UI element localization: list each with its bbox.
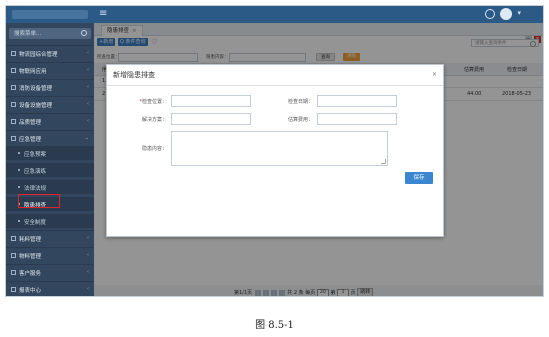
menu-item-icon (11, 136, 16, 141)
chevron-down-icon: ⌄ (84, 135, 89, 141)
divider (107, 85, 443, 86)
menu-item-icon (11, 253, 16, 258)
bullet-icon (18, 220, 20, 222)
sidebar-item-label: 客户服务 (19, 271, 42, 277)
add-hazard-dialog: 新增隐患排查 × *检查位置： 检查日期： 解决方案： 估算费用： 隐患内容： … (106, 64, 444, 237)
sidebar-item-label: 物联网应用 (19, 69, 47, 75)
sidebar-item-fire-equipment[interactable]: 消防设备管理 ‹ (6, 79, 94, 94)
menu-item-icon (11, 119, 16, 124)
sidebar-item-reports[interactable]: 报表中心 ‹ (6, 281, 94, 296)
chevron-left-icon: ‹ (87, 101, 89, 107)
chevron-left-icon: ‹ (87, 286, 89, 292)
chevron-left-icon: ‹ (87, 269, 89, 275)
sidebar-subitem-label: 安全制度 (24, 220, 47, 226)
menu-item-icon (11, 102, 16, 107)
highlight-box (18, 194, 60, 208)
sidebar-subitem-safety-rules[interactable]: 安全制度 (6, 214, 94, 228)
position-label-text: 检查位置： (141, 99, 167, 105)
sidebar-item-consumables[interactable]: 耗料管理 ‹ (6, 230, 94, 245)
user-avatar[interactable] (500, 8, 512, 20)
sidebar-item-facilities[interactable]: 设备设施管理 ‹ (6, 96, 94, 111)
sidebar-item-label: 设备设施管理 (19, 103, 53, 109)
check-date-input[interactable] (317, 95, 397, 107)
sidebar-search-input[interactable]: 搜索菜单... (9, 28, 91, 39)
bullet-icon (18, 169, 20, 171)
sidebar-item-iot[interactable]: 物联网应用 ‹ (6, 62, 94, 77)
top-bar: ≡ ▾ (6, 6, 543, 23)
sidebar-item-quality[interactable]: 品质管理 ‹ (6, 113, 94, 128)
dialog-title: 新增隐患排查 (113, 71, 155, 79)
menu-item-icon (11, 85, 16, 90)
sidebar-item-logistics[interactable]: 物流园综合管理 ‹ (6, 45, 94, 60)
estimated-cost-input[interactable] (317, 113, 397, 125)
solution-label: 解决方案： (141, 117, 167, 123)
hamburger-menu-icon[interactable]: ≡ (99, 8, 107, 20)
search-icon[interactable] (81, 30, 87, 36)
chevron-left-icon: ‹ (87, 50, 89, 56)
sidebar-item-label: 应急管理 (19, 137, 42, 143)
save-button[interactable]: 保存 (405, 172, 433, 184)
hazard-content-label: 隐患内容： (141, 146, 167, 152)
sidebar-subitem-laws[interactable]: 法律法规 (6, 180, 94, 194)
app-logo (12, 10, 88, 19)
sidebar-item-label: 物流园综合管理 (19, 52, 58, 58)
sidebar-subitem-emergency-plan[interactable]: 应急预案 (6, 146, 94, 160)
sidebar-item-label: 报表中心 (19, 288, 42, 294)
sidebar-item-customer-service[interactable]: 客户服务 ‹ (6, 264, 94, 279)
chevron-left-icon: ‹ (87, 118, 89, 124)
solution-input[interactable] (171, 113, 251, 125)
check-date-label: 检查日期： (287, 99, 313, 105)
position-input[interactable] (171, 95, 251, 107)
sidebar-item-label: 消防设备管理 (19, 86, 53, 92)
sidebar-item-materials[interactable]: 物料管理 ‹ (6, 247, 94, 262)
sidebar-search-placeholder: 搜索菜单... (14, 31, 42, 37)
chevron-left-icon: ‹ (87, 67, 89, 73)
app-window: ≡ ▾ 搜索菜单... 物流园综合管理 ‹ 物联网应用 ‹ 消防设备管理 ‹ 设备设施… (5, 5, 544, 297)
sidebar-item-label: 物料管理 (19, 254, 42, 260)
chevron-left-icon: ‹ (87, 235, 89, 241)
menu-item-icon (11, 68, 16, 73)
menu-item-icon (11, 51, 16, 56)
sidebar-subitem-label: 应急预案 (24, 152, 47, 158)
menu-item-icon (11, 270, 16, 275)
bullet-icon (18, 152, 20, 154)
figure-caption: 图 8.5-1 (255, 320, 294, 331)
user-menu-caret-icon[interactable]: ▾ (517, 9, 521, 17)
bullet-icon (18, 186, 20, 188)
menu-item-icon (11, 287, 16, 292)
globe-icon[interactable] (485, 9, 495, 19)
position-label: *检查位置： (123, 98, 167, 105)
sidebar: 搜索菜单... 物流园综合管理 ‹ 物联网应用 ‹ 消防设备管理 ‹ 设备设施管理 ‹ … (6, 23, 94, 296)
chevron-left-icon: ‹ (87, 84, 89, 90)
menu-item-icon (11, 236, 16, 241)
estimated-cost-label: 估算费用： (287, 117, 313, 123)
sidebar-item-label: 耗料管理 (19, 237, 42, 243)
sidebar-subitem-label: 法律法规 (24, 186, 47, 192)
sidebar-item-emergency[interactable]: 应急管理 ⌄ (6, 130, 94, 145)
chevron-left-icon: ‹ (87, 252, 89, 258)
hazard-content-textarea[interactable] (171, 131, 388, 166)
sidebar-subitem-emergency-drill[interactable]: 应急演练 (6, 163, 94, 177)
sidebar-item-label: 品质管理 (19, 120, 42, 126)
close-icon[interactable]: × (432, 71, 437, 78)
sidebar-subitem-label: 应急演练 (24, 169, 47, 175)
